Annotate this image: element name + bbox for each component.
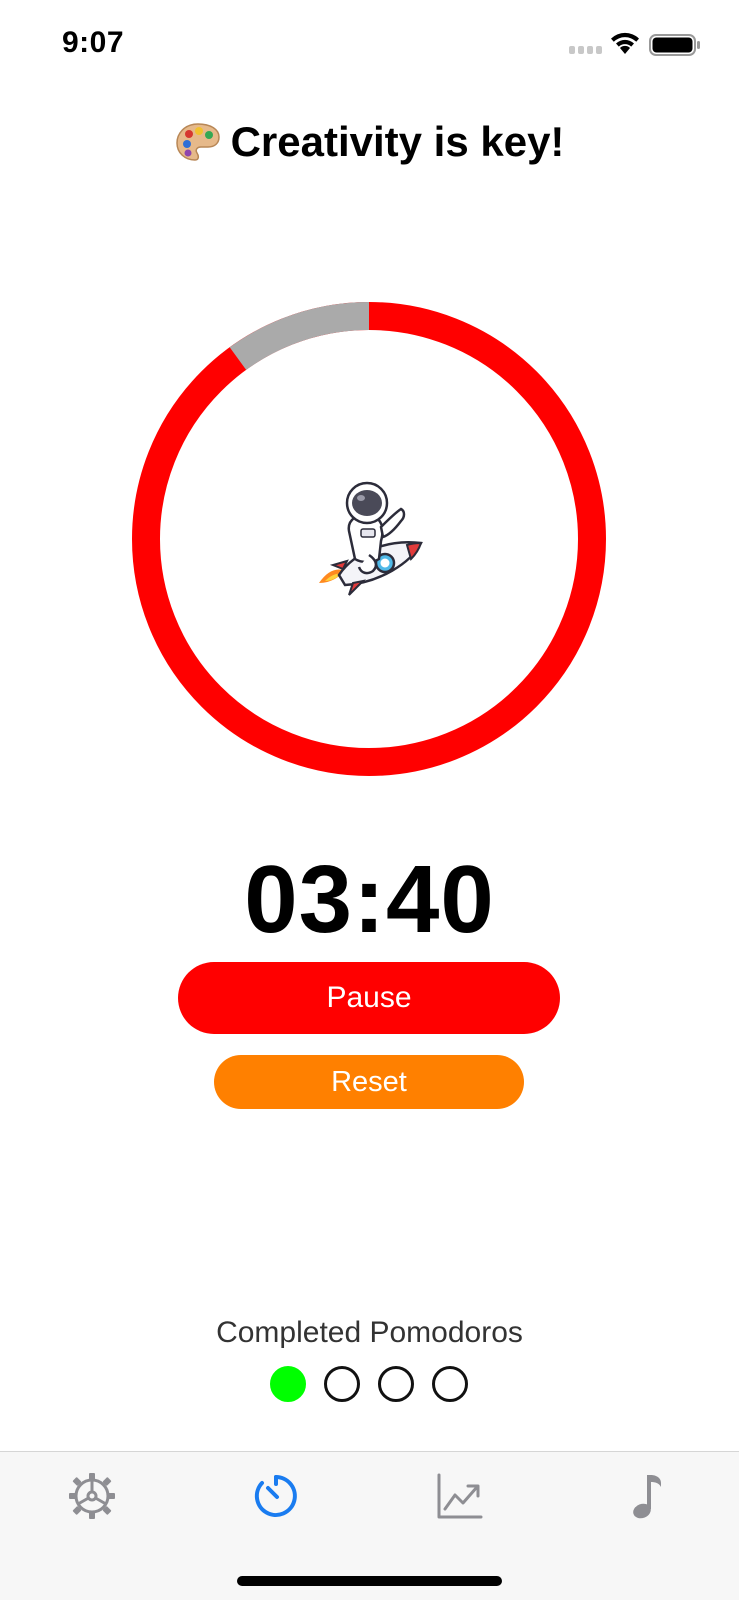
progress-elapsed-arc — [229, 302, 370, 371]
completed-pomodoros-label: Completed Pomodoros — [216, 1316, 523, 1349]
status-icons — [569, 30, 709, 60]
motivation-header: Creativity is key! — [0, 118, 739, 166]
reset-button[interactable]: Reset — [214, 1055, 524, 1109]
pomodoro-dot-empty — [432, 1366, 468, 1402]
wifi-icon — [611, 32, 639, 54]
palette-icon — [175, 123, 220, 161]
pomodoro-indicators — [270, 1366, 470, 1404]
countdown-timer: 03:40 — [244, 846, 495, 953]
pomodoro-dot-empty — [378, 1366, 414, 1402]
header-title: Creativity is key! — [230, 118, 565, 165]
cellular-signal-icon — [569, 46, 605, 54]
progress-ring — [132, 302, 606, 776]
status-time: 9:07 — [62, 26, 125, 59]
tab-statistics[interactable] — [428, 1464, 492, 1528]
pomodoro-dot-empty — [324, 1366, 360, 1402]
home-indicator — [237, 1576, 502, 1586]
astronaut-rocket-image — [319, 481, 423, 596]
music-note-icon — [633, 1475, 661, 1519]
tab-timer[interactable] — [244, 1464, 308, 1528]
gear-icon — [69, 1473, 115, 1519]
tab-settings[interactable] — [60, 1464, 124, 1528]
timer-icon — [254, 1475, 297, 1517]
chart-icon — [437, 1473, 483, 1519]
pomodoro-dot-completed — [270, 1366, 306, 1402]
tab-music[interactable] — [614, 1464, 678, 1528]
battery-icon — [649, 34, 700, 56]
pause-button[interactable]: Pause — [178, 962, 560, 1034]
status-bar: 9:07 — [0, 0, 739, 90]
pomodoro-screen: 9:07 Creativity is key! 03:40 Pause Rese… — [0, 0, 739, 1600]
